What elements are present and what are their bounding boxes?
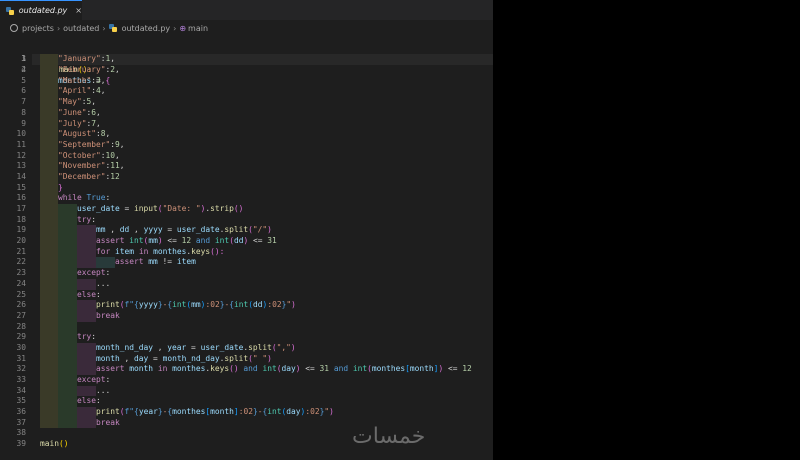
line-number: 29: [16, 332, 26, 342]
code-line: 33 except:: [0, 375, 493, 386]
line-number: 12: [16, 150, 26, 160]
close-icon[interactable]: ×: [75, 6, 82, 15]
line-number: 22: [16, 257, 26, 267]
line-number: 21: [16, 246, 26, 256]
line-number: 38: [16, 428, 26, 438]
line-number: 6: [21, 86, 26, 96]
python-file-icon: [6, 6, 14, 15]
line-number: 25: [16, 289, 26, 299]
code-line: 13 "November":11,: [0, 161, 493, 172]
empty-region: [493, 0, 800, 460]
line-number: 30: [16, 342, 26, 352]
line-number: 24: [16, 278, 26, 288]
line-number: 3: [21, 54, 26, 64]
code-line: 34...: [0, 385, 493, 397]
watermark-logo: خمسات: [352, 424, 426, 449]
code-line: 27 break: [0, 310, 493, 322]
line-number: 16: [16, 193, 26, 203]
code-line: 14 "December":12: [0, 171, 493, 183]
code-line: 22 assert mm != item: [0, 257, 493, 269]
code-editor[interactable]: 1 def main(): 2 monthes = { 3"January":1…: [0, 33, 493, 450]
code-line: 15}: [0, 182, 493, 194]
line-number: 26: [16, 300, 26, 310]
line-number: 11: [16, 139, 26, 149]
line-number: 15: [16, 182, 26, 192]
breadcrumb-item-projects[interactable]: projects: [22, 24, 54, 33]
code-line: 1 def main():: [0, 33, 493, 74]
code-line: 17 user_date = input("Date: ").strip(): [0, 204, 493, 215]
code-line: 4 "February":2,: [0, 65, 493, 76]
line-number: 14: [16, 171, 26, 181]
code-line: 18 try:: [0, 214, 493, 226]
line-number: 34: [16, 385, 26, 395]
folder-icon: [10, 24, 18, 32]
line-number: 27: [16, 310, 26, 320]
chevron-right-icon: ›: [102, 23, 106, 33]
line-number: 28: [16, 321, 26, 331]
line-number: 8: [21, 107, 26, 117]
code-line: 26 print(f"{yyyy}-{int(mm):02}-{int(dd):0…: [0, 300, 493, 311]
code-line: 2 monthes = {: [0, 44, 493, 85]
breadcrumb-item-outdated[interactable]: outdated: [63, 24, 99, 33]
code-line: 12 "October":10,: [0, 150, 493, 162]
line-number: 36: [16, 407, 26, 417]
code-line: 6 "April":4,: [0, 86, 493, 98]
line-number: 9: [21, 118, 26, 128]
code-line: 20 assert int(mm) <= 12 and int(dd) <= 31: [0, 236, 493, 247]
code-line: 36 print(f"{year}-{monthes[month]:02}-{in…: [0, 407, 493, 418]
editor-window: outdated.py × projects › outdated › outd…: [0, 0, 493, 460]
line-number: 20: [16, 236, 26, 246]
code-line: 35 else:: [0, 396, 493, 408]
line-number: 37: [16, 417, 26, 427]
code-line: 30 month_nd_day , year = user_date.split(…: [0, 342, 493, 354]
breadcrumb-item-main[interactable]: main: [188, 24, 208, 33]
line-number: 13: [16, 161, 26, 171]
code-line: 3 "January":1,: [0, 54, 493, 66]
line-number: 23: [16, 268, 26, 278]
code-line: 29 try:: [0, 332, 493, 343]
code-line: 9 "July":7,: [0, 118, 493, 130]
line-number: 7: [21, 97, 26, 107]
breadcrumb-item-file[interactable]: outdated.py: [122, 24, 171, 33]
line-number: 17: [16, 204, 26, 213]
code-line: 5 "March":3,: [0, 75, 493, 87]
code-line: 10 "August":8,: [0, 129, 493, 140]
code-line: 23 except:: [0, 268, 493, 279]
function-symbol-icon: ⊕: [179, 23, 187, 33]
code-line: 28: [0, 321, 493, 333]
line-number: 4: [21, 65, 26, 75]
line-number: 5: [21, 75, 26, 85]
code-line: 25 else:: [0, 289, 493, 301]
tab-outdated-py[interactable]: outdated.py ×: [0, 0, 82, 20]
python-file-icon: [108, 24, 117, 32]
line-number: 19: [16, 225, 26, 235]
code-line: 32 assert month in monthes.keys() and int…: [0, 364, 493, 375]
code-line: 31 month , day = month_nd_day.split(" "): [0, 353, 493, 365]
code-line: 21 for item in monthes.keys():: [0, 246, 493, 258]
code-line: 11 "September":9,: [0, 139, 493, 151]
line-number: 18: [16, 214, 26, 224]
code-line: 8 "June":6,: [0, 107, 493, 119]
line-number: 39: [16, 439, 26, 449]
tab-label: outdated.py: [18, 6, 68, 15]
line-number: 31: [16, 353, 26, 363]
line-number: 32: [16, 364, 26, 374]
code-line: 24...: [0, 278, 493, 290]
code-line: 19 mm , dd , yyyy = user_date.split("/"): [0, 225, 493, 237]
chevron-right-icon: ›: [56, 23, 61, 33]
line-number: 33: [16, 375, 26, 384]
chevron-right-icon: ›: [173, 23, 177, 33]
line-number: 35: [16, 396, 26, 406]
code-line: 16 while True:: [0, 193, 493, 204]
line-number: 10: [16, 129, 26, 139]
tab-bar: outdated.py ×: [0, 0, 493, 21]
code-line: 7 "May":5,: [0, 97, 493, 108]
